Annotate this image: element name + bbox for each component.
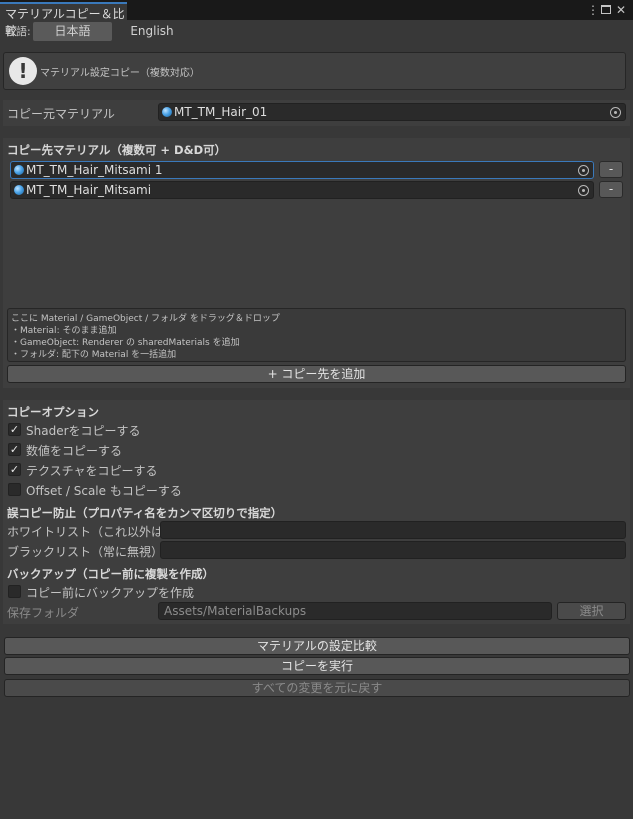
- material-icon: [162, 107, 172, 117]
- checkbox-copy-textures[interactable]: ✓: [8, 463, 21, 476]
- copy-textures-label: テクスチャをコピーする: [26, 464, 158, 478]
- target-material-value: MT_TM_Hair_Mitsami 1: [26, 163, 163, 177]
- target-material-field[interactable]: MT_TM_Hair_Mitsami: [10, 181, 594, 199]
- add-target-button[interactable]: + コピー先を追加: [7, 365, 626, 383]
- close-icon[interactable]: ✕: [615, 3, 627, 17]
- backup-folder-input[interactable]: Assets/MaterialBackups: [158, 602, 552, 620]
- source-material-field[interactable]: MT_TM_Hair_01: [158, 103, 626, 121]
- target-material-field[interactable]: MT_TM_Hair_Mitsami 1: [10, 161, 594, 179]
- execute-copy-button[interactable]: コピーを実行: [4, 657, 630, 675]
- blacklist-input[interactable]: [160, 541, 626, 559]
- language-label: 言語:: [5, 25, 31, 38]
- object-picker-icon[interactable]: [578, 165, 589, 176]
- object-picker-icon[interactable]: [610, 107, 621, 118]
- maximize-icon[interactable]: [601, 5, 611, 14]
- object-picker-icon[interactable]: [578, 185, 589, 196]
- copy-shader-label: Shaderをコピーする: [26, 424, 141, 438]
- material-icon: [14, 165, 24, 175]
- protection-header: 誤コピー防止（プロパティ名をカンマ区切りで指定）: [7, 506, 283, 520]
- copy-offset-scale-label: Offset / Scale もコピーする: [26, 484, 182, 498]
- copy-options-header: コピーオプション: [7, 405, 99, 419]
- info-exclamation-icon: !: [9, 57, 37, 85]
- create-backup-label: コピー前にバックアップを作成: [26, 586, 195, 600]
- revert-all-button[interactable]: すべての変更を元に戻す: [4, 679, 630, 697]
- drop-area[interactable]: ここに Material / GameObject / フォルダ をドラッグ＆ド…: [7, 308, 626, 362]
- target-material-value: MT_TM_Hair_Mitsami: [26, 183, 152, 197]
- drop-hint-line: ・フォルダ: 配下の Material を一括追加: [11, 350, 177, 360]
- checkbox-create-backup[interactable]: [8, 585, 21, 598]
- source-material-value: MT_TM_Hair_01: [174, 105, 268, 119]
- language-option-japanese[interactable]: 日本語: [33, 22, 112, 41]
- backup-header: バックアップ（コピー前に複製を作成）: [7, 567, 214, 581]
- source-label: コピー元マテリアル: [7, 107, 115, 121]
- remove-target-button[interactable]: -: [599, 181, 623, 198]
- help-text: マテリアル設定コピー（複数対応）: [40, 68, 200, 79]
- compare-button[interactable]: マテリアルの設定比較: [4, 637, 630, 655]
- help-box: ! マテリアル設定コピー（複数対応）: [3, 52, 626, 90]
- window-tab[interactable]: マテリアルコピー＆比較: [0, 2, 127, 38]
- checkbox-copy-values[interactable]: ✓: [8, 443, 21, 456]
- whitelist-input[interactable]: [160, 521, 626, 539]
- copy-values-label: 数値をコピーする: [26, 444, 123, 458]
- blacklist-label: ブラックリスト（常に無視）: [7, 545, 164, 559]
- checkbox-copy-offset-scale[interactable]: [8, 483, 21, 496]
- targets-header: コピー先マテリアル（複数可 + D&D可）: [7, 143, 227, 157]
- checkbox-copy-shader[interactable]: ✓: [8, 423, 21, 436]
- backup-folder-label: 保存フォルダ: [7, 606, 80, 620]
- select-folder-button[interactable]: 選択: [557, 602, 626, 620]
- material-icon: [14, 185, 24, 195]
- language-option-english[interactable]: English: [112, 22, 192, 41]
- remove-target-button[interactable]: -: [599, 161, 623, 178]
- more-icon[interactable]: ⋮: [587, 3, 599, 17]
